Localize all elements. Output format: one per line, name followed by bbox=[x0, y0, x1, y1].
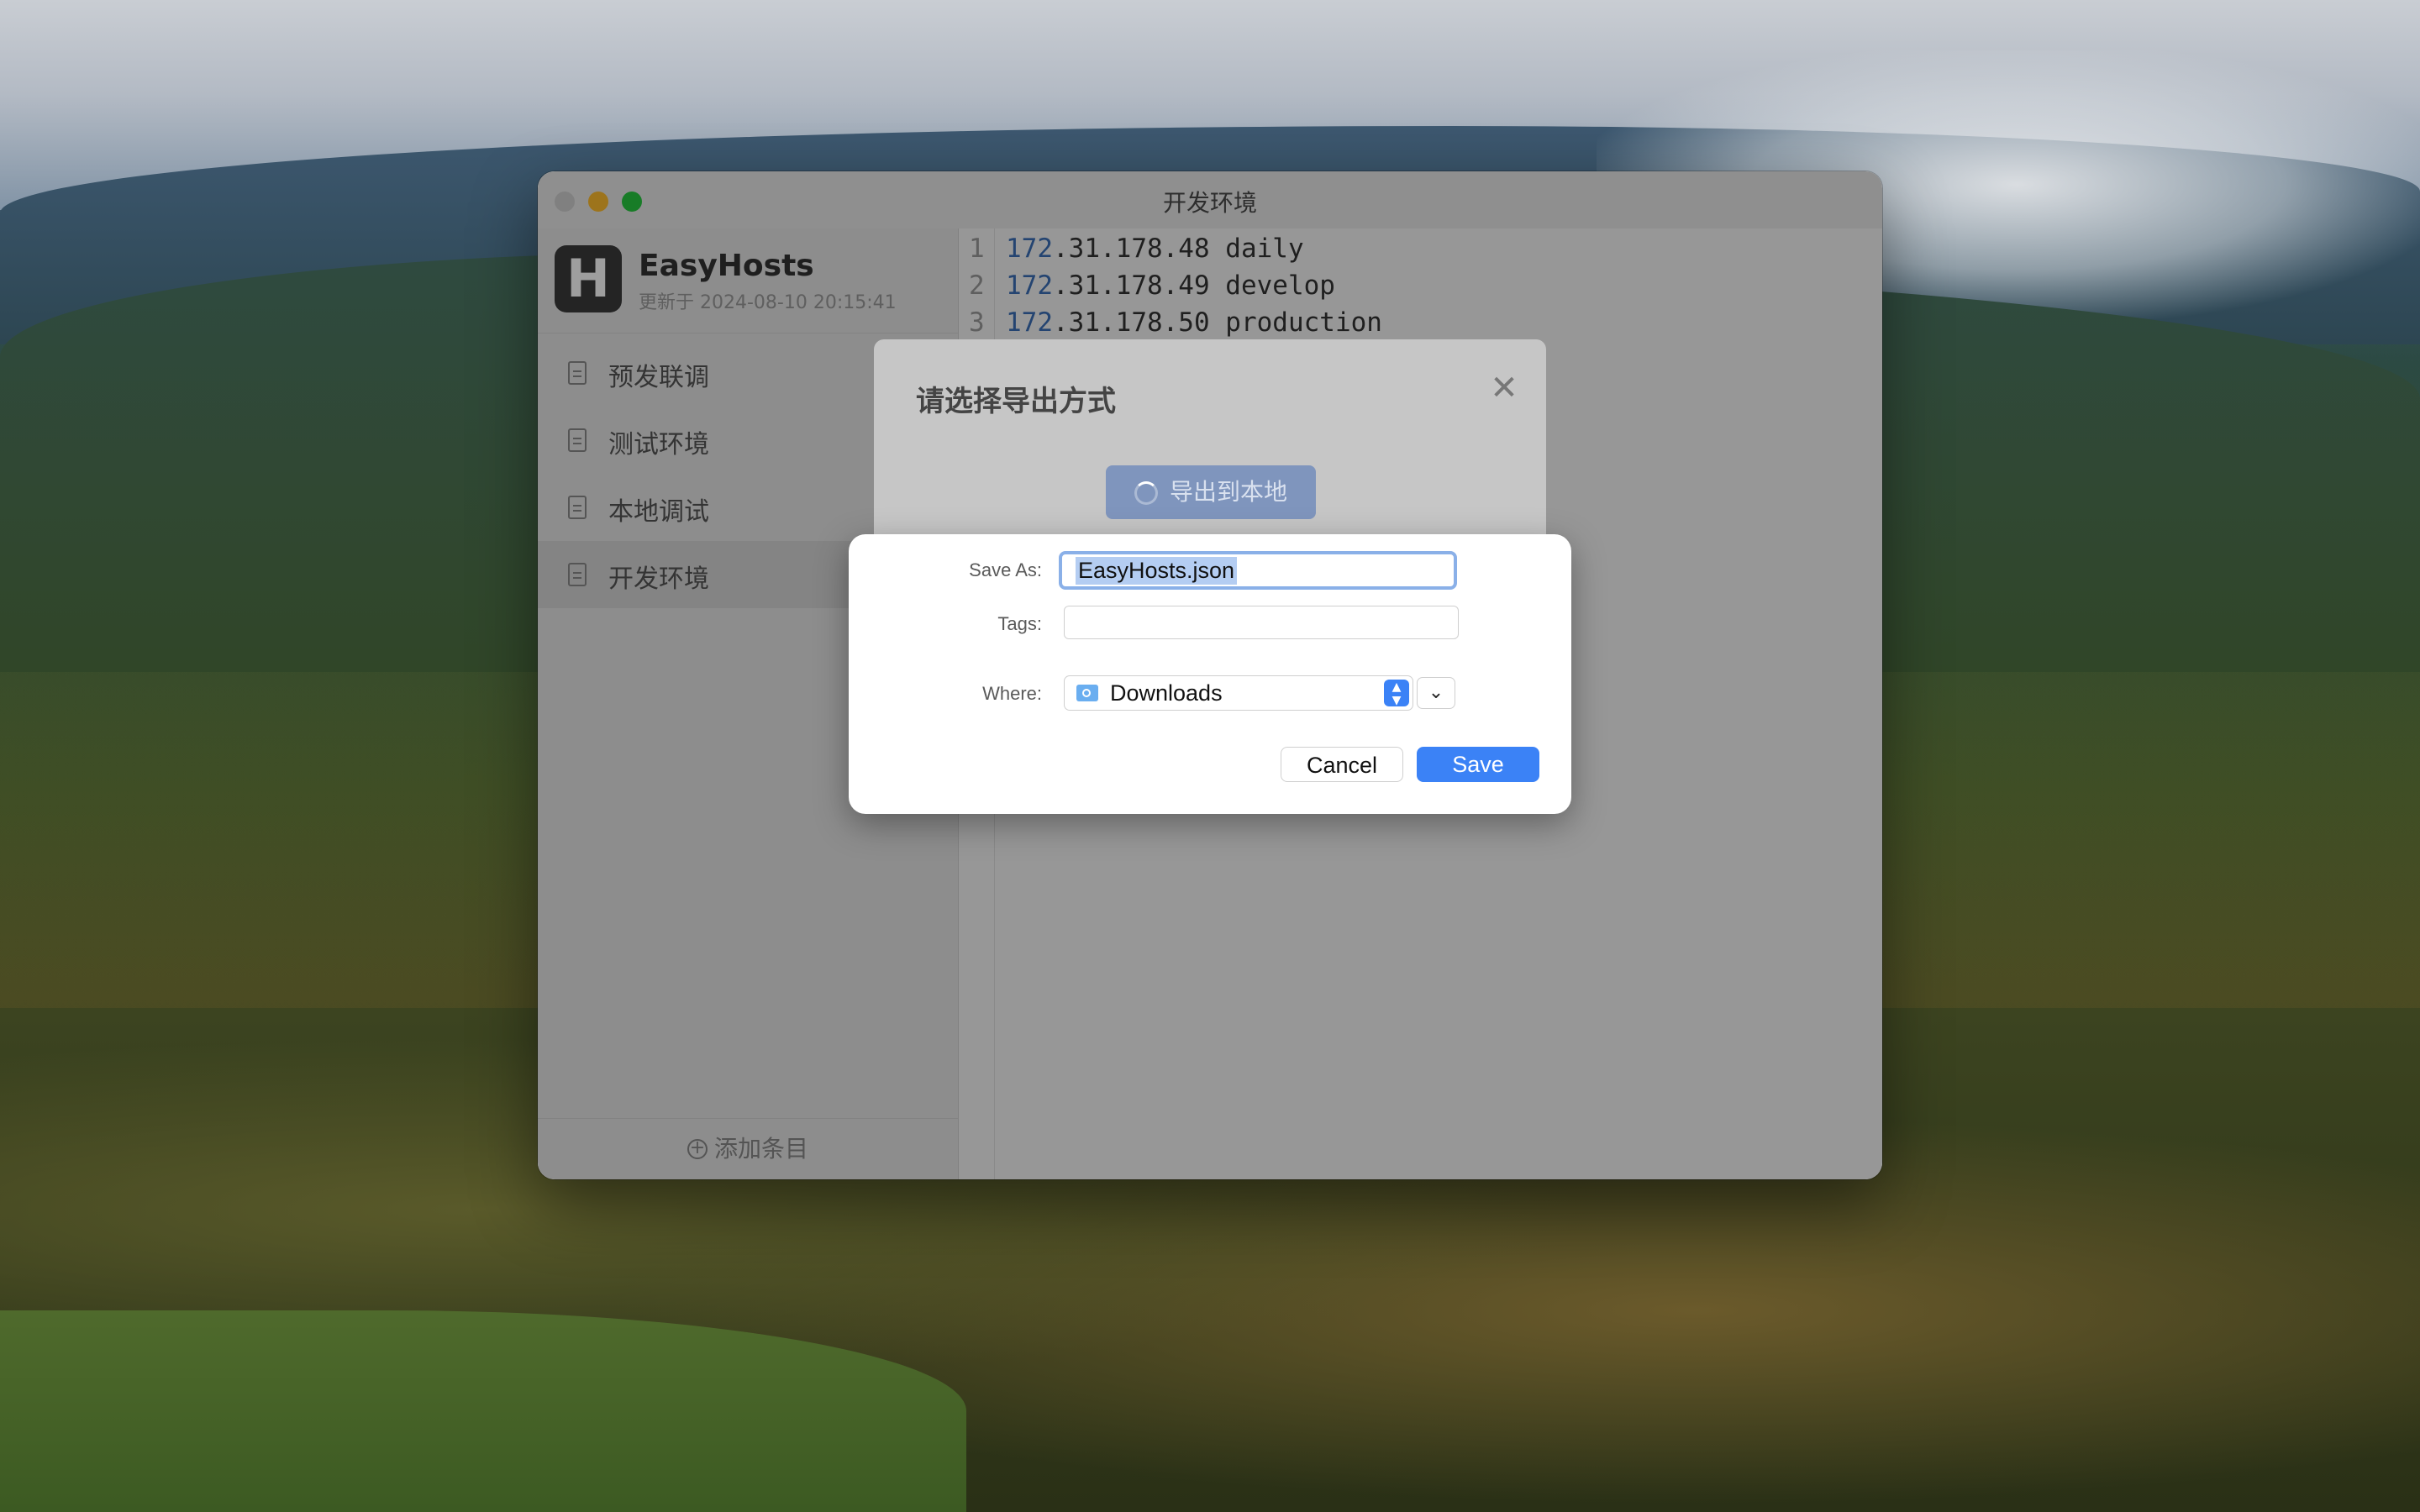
downloads-folder-icon bbox=[1076, 685, 1098, 701]
location-value: Downloads bbox=[1110, 680, 1223, 706]
filename-input[interactable]: EasyHosts.json bbox=[1059, 551, 1457, 590]
save-as-label: Save As: bbox=[969, 559, 1042, 580]
location-select[interactable]: Downloads ▲ ▼ bbox=[1064, 675, 1413, 711]
save-dialog: Save As: EasyHosts.json Tags: Where: Dow… bbox=[849, 534, 1571, 814]
cancel-button[interactable]: Cancel bbox=[1281, 747, 1403, 782]
expand-dialog-button[interactable]: ⌄ bbox=[1417, 677, 1455, 709]
tags-input[interactable] bbox=[1064, 606, 1459, 639]
select-chevron-icon: ▲ ▼ bbox=[1384, 680, 1409, 706]
loading-spinner-icon bbox=[1134, 481, 1158, 505]
export-dialog-title: 请选择导出方式 bbox=[916, 385, 1116, 418]
tags-label: Tags: bbox=[997, 613, 1042, 634]
export-button-label: 导出到本地 bbox=[1169, 478, 1287, 506]
filename-value: EasyHosts.json bbox=[1076, 557, 1238, 585]
close-icon[interactable]: ✕ bbox=[1487, 371, 1521, 405]
where-label: Where: bbox=[982, 683, 1042, 704]
export-to-local-button[interactable]: 导出到本地 bbox=[1106, 465, 1316, 519]
save-button[interactable]: Save bbox=[1417, 747, 1539, 782]
